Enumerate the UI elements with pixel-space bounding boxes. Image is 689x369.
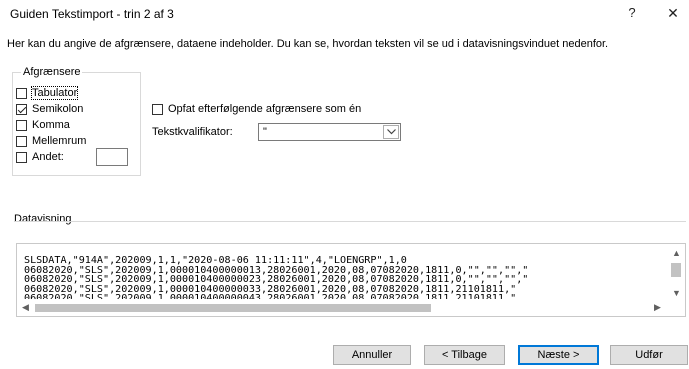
comma-checkbox[interactable] (16, 120, 27, 131)
chevron-down-icon[interactable] (383, 125, 399, 139)
semicolon-checkbox-label[interactable]: Semikolon (32, 103, 83, 115)
vertical-scrollbar[interactable]: ▲ ▼ (668, 244, 685, 301)
close-button[interactable]: ✕ (661, 2, 685, 24)
preview-row: 06082020,"SLS",202009,1,000010400000023,… (24, 275, 529, 285)
text-qualifier-value: " (263, 126, 267, 138)
data-preview-rows: SLSDATA,"914A",202009,1,1,"2020-08-06 11… (24, 256, 664, 304)
tab-checkbox-label[interactable]: Tabulator (30, 86, 79, 100)
next-button[interactable]: Næste > (518, 345, 599, 365)
space-checkbox-label[interactable]: Mellemrum (32, 135, 86, 147)
vertical-scroll-thumb[interactable] (671, 263, 681, 277)
scroll-right-icon[interactable]: ▶ (654, 302, 661, 313)
back-button[interactable]: < Tilbage (424, 345, 505, 365)
delimiters-legend: Afgrænsere (21, 66, 83, 78)
other-checkbox[interactable] (16, 152, 27, 163)
preview-row: 06082020,"SLS",202009,1,000010400000033,… (24, 284, 517, 295)
text-qualifier-select[interactable]: " (258, 123, 401, 141)
data-preview-pane[interactable]: SLSDATA,"914A",202009,1,1,"2020-08-06 11… (16, 243, 686, 317)
scroll-left-icon[interactable]: ◀ (22, 302, 29, 313)
consecutive-delimiters-checkbox[interactable] (152, 104, 163, 115)
scroll-up-icon[interactable]: ▲ (672, 248, 681, 258)
scroll-down-icon[interactable]: ▼ (672, 288, 681, 298)
space-checkbox[interactable] (16, 136, 27, 147)
finish-button[interactable]: Udfør (610, 345, 688, 365)
help-button[interactable]: ? (620, 2, 644, 24)
text-qualifier-label: Tekstkvalifikator: (152, 126, 233, 138)
consecutive-delimiters-label[interactable]: Opfat efterfølgende afgrænsere som én (168, 103, 361, 115)
preview-row: 06082020,"SLS",202009,1,000010400000013,… (24, 265, 529, 276)
data-preview-divider (14, 221, 686, 222)
comma-checkbox-label[interactable]: Komma (32, 119, 70, 131)
description-text: Her kan du angive de afgrænsere, dataene… (7, 38, 609, 50)
horizontal-scroll-thumb[interactable] (35, 304, 431, 312)
other-delimiter-input[interactable] (96, 148, 128, 166)
preview-row: SLSDATA,"914A",202009,1,1,"2020-08-06 11… (24, 256, 407, 266)
cancel-button[interactable]: Annuller (333, 345, 411, 365)
horizontal-scrollbar[interactable]: ◀ ▶ (17, 299, 670, 316)
tab-checkbox[interactable] (16, 88, 27, 99)
other-checkbox-label[interactable]: Andet: (32, 151, 64, 163)
semicolon-checkbox[interactable] (16, 104, 27, 115)
window-title: Guiden Tekstimport - trin 2 af 3 (10, 7, 174, 21)
data-preview-legend: Datavisning (14, 213, 72, 225)
